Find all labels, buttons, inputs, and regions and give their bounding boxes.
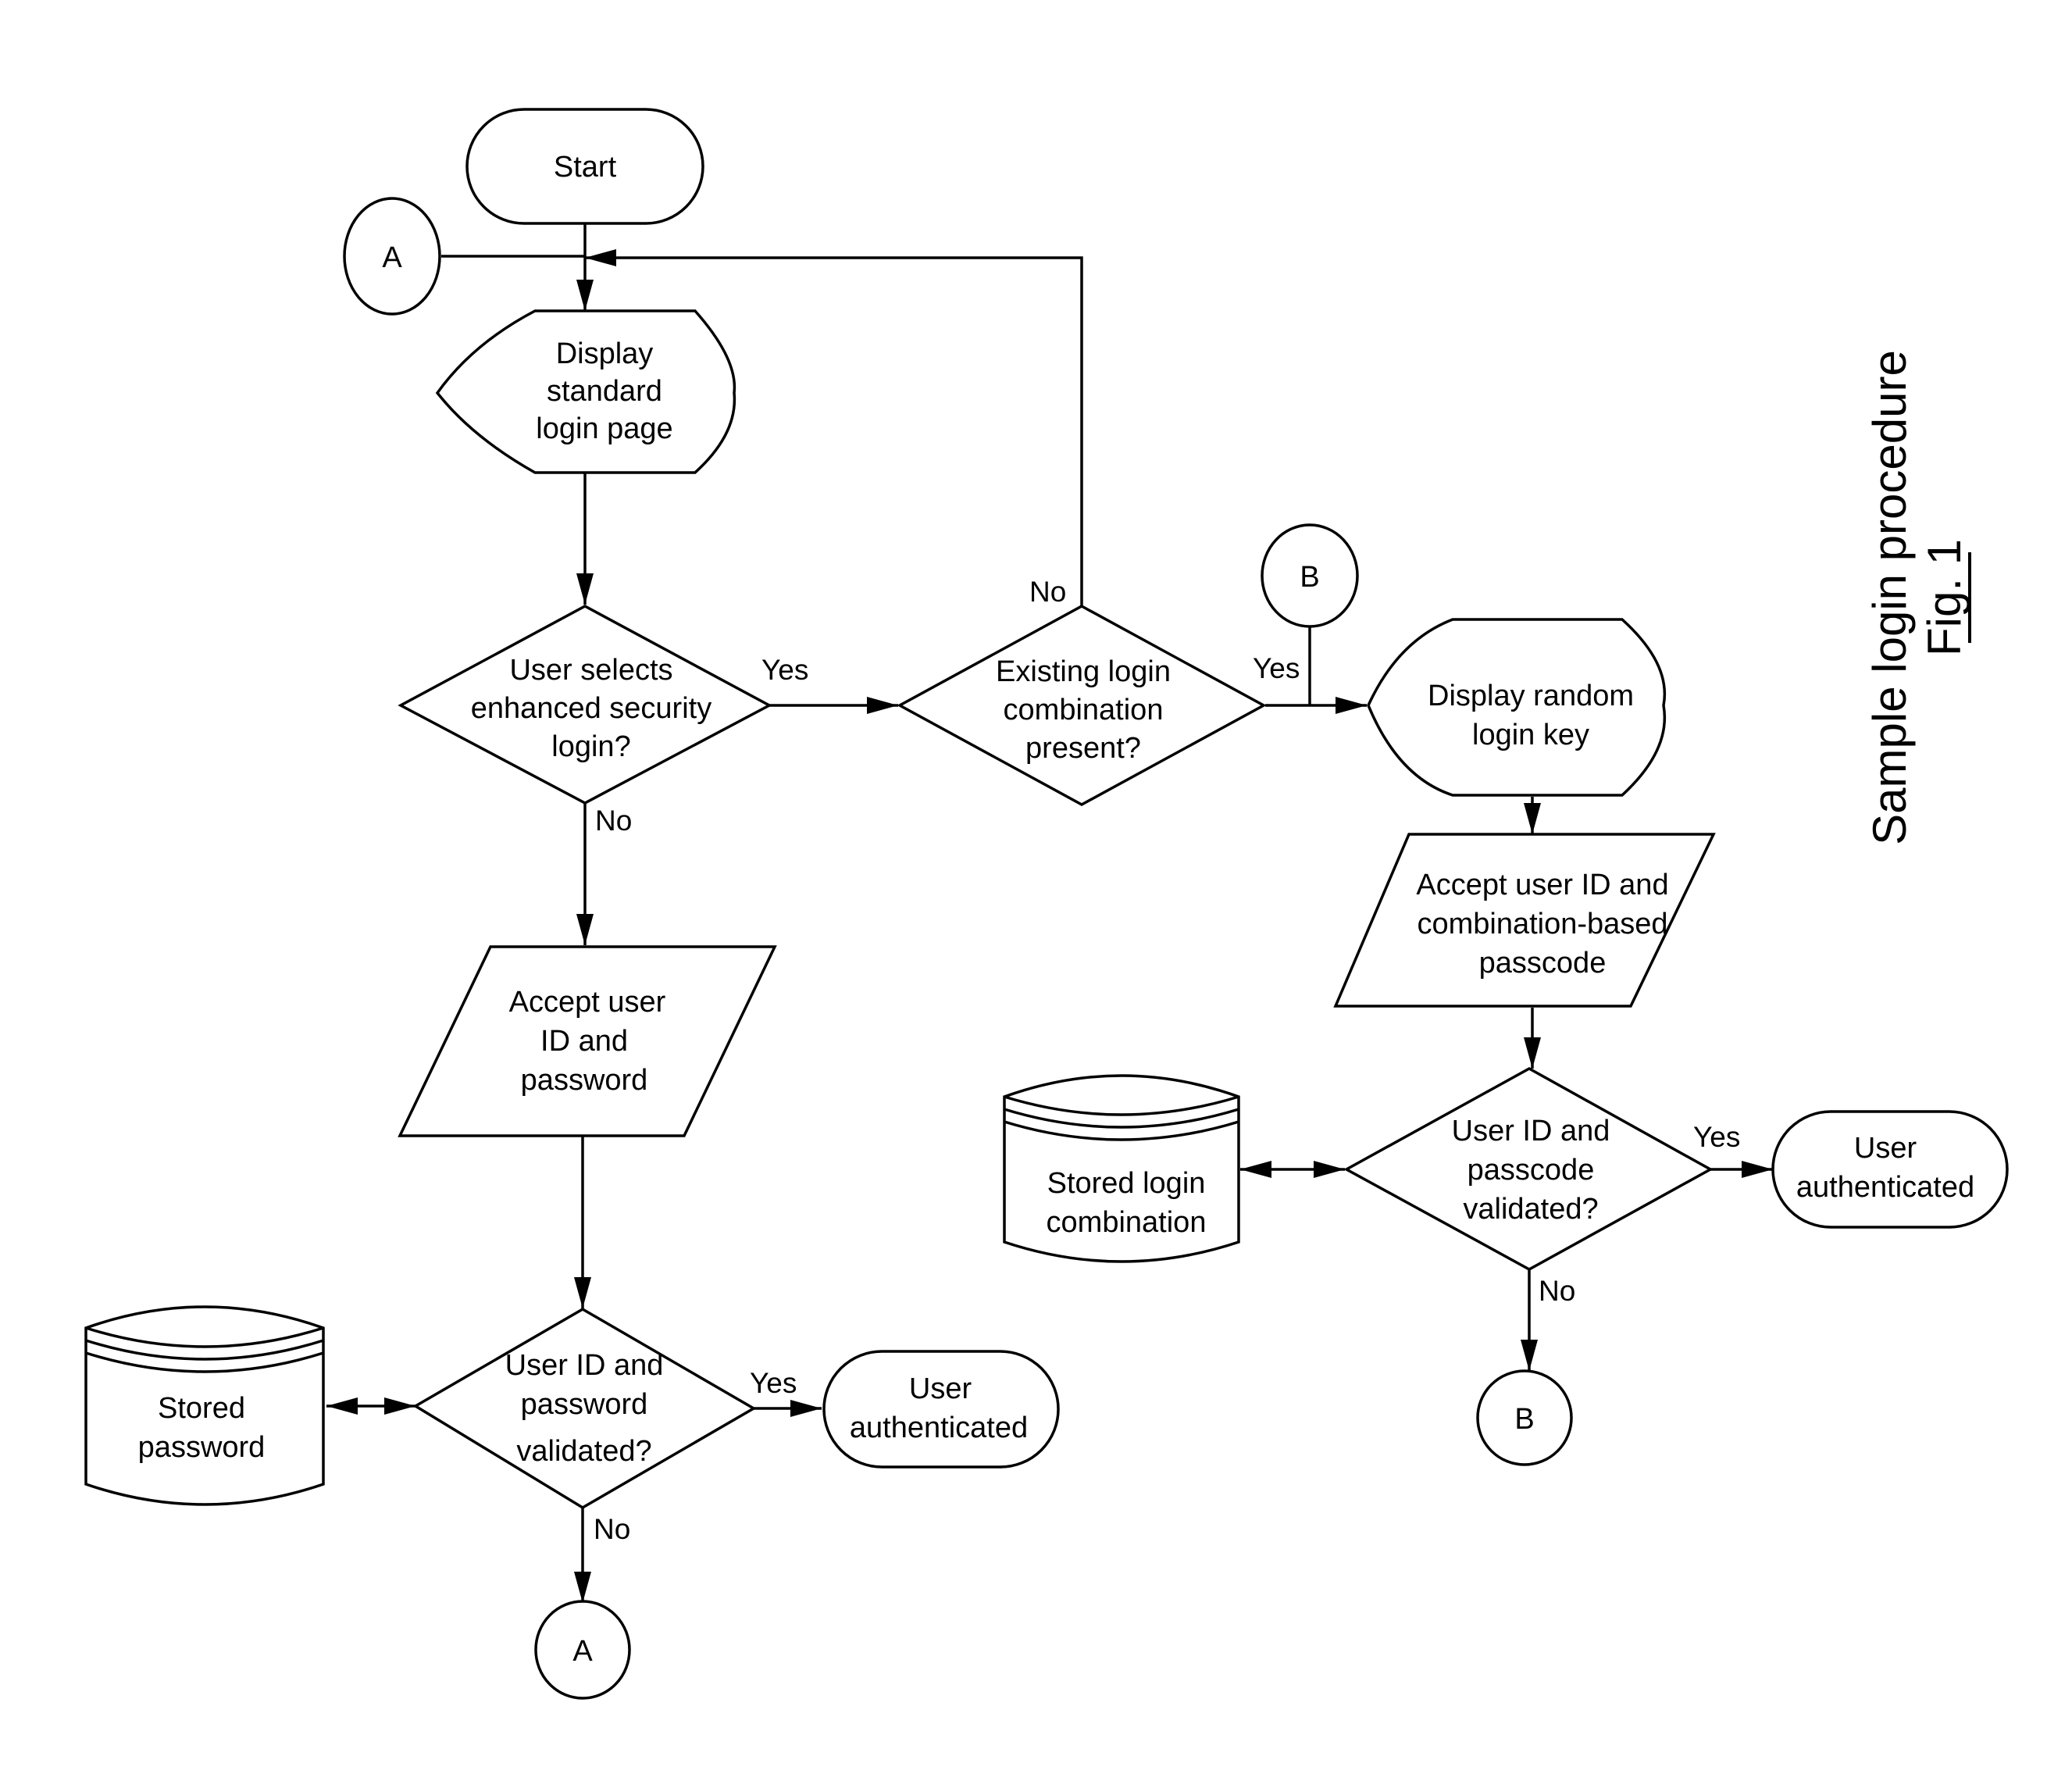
decision-passcode-line-3: validated? — [1463, 1193, 1598, 1226]
decision-passcode-line-1: User ID and — [1452, 1115, 1610, 1147]
label-passcode-no: No — [1539, 1275, 1575, 1307]
decision-password-line-3: validated? — [516, 1435, 651, 1468]
start-label: Start — [554, 151, 617, 184]
auth-left-line-2: authenticated — [850, 1412, 1028, 1444]
decision-enhanced-line-1: User selects — [509, 654, 672, 687]
accept-password-line-3: password — [521, 1064, 648, 1097]
decision-enhanced-security: User selects enhanced security login? — [398, 605, 772, 805]
display-random-line-2: login key — [1472, 719, 1589, 751]
decision-existing-line-3: present? — [1025, 732, 1141, 765]
label-existing-yes: Yes — [1253, 652, 1300, 684]
connector-b-top: B — [1261, 523, 1359, 628]
label-passcode-yes: Yes — [1693, 1121, 1740, 1153]
label-enhanced-no: No — [595, 805, 632, 837]
connector-b-bottom-label: B — [1514, 1403, 1534, 1436]
connector-a-bottom-label: A — [572, 1635, 593, 1668]
stored-password-line-1: Stored — [158, 1392, 245, 1425]
connector-b-bottom: B — [1476, 1369, 1573, 1466]
decision-existing-combination: Existing login combination present? — [897, 605, 1267, 806]
decision-password-line-1: User ID and — [505, 1349, 664, 1382]
auth-right-line-2: authenticated — [1796, 1171, 1974, 1204]
display-standard-login-page: Display standard login page — [435, 309, 736, 474]
connector-a-bottom: A — [534, 1600, 631, 1700]
accept-password-line-2: ID and — [540, 1025, 628, 1058]
figure-title: Sample login procedure — [1863, 350, 1916, 845]
figure-caption: Sample login procedure Fig. 1 — [1863, 350, 1971, 845]
stored-password-line-2: password — [138, 1431, 266, 1464]
connector-a-top: A — [343, 197, 441, 316]
decision-password-validated: User ID and password validated? — [412, 1307, 757, 1510]
stored-login-combination-db: Stored login combination — [1003, 1074, 1240, 1263]
label-enhanced-yes: Yes — [761, 654, 808, 686]
display-standard-line-1: Display — [556, 337, 654, 370]
decision-existing-line-2: combination — [1004, 694, 1164, 726]
accept-combination-line-3: passcode — [1479, 947, 1607, 980]
label-existing-no: No — [1029, 576, 1066, 608]
accept-user-id-password: Accept user ID and password — [398, 945, 777, 1137]
stored-combination-line-2: combination — [1047, 1206, 1207, 1239]
accept-password-line-1: Accept user — [509, 986, 666, 1019]
start-terminator: Start — [465, 108, 704, 225]
decision-existing-line-1: Existing login — [996, 655, 1171, 688]
auth-left-line-1: User — [909, 1372, 972, 1405]
decision-enhanced-line-3: login? — [551, 730, 630, 763]
accept-combination-line-1: Accept user ID and — [1416, 869, 1668, 901]
figure-label: Fig. 1 — [1918, 539, 1970, 656]
label-password-no: No — [594, 1513, 630, 1545]
user-authenticated-right: User authenticated — [1771, 1110, 2009, 1229]
decision-password-line-2: password — [521, 1388, 648, 1421]
connector-a-top-label: A — [382, 241, 402, 274]
stored-combination-line-1: Stored login — [1047, 1167, 1206, 1200]
decision-passcode-validated: User ID and passcode validated? — [1343, 1066, 1714, 1271]
decision-enhanced-line-2: enhanced security — [471, 692, 711, 725]
label-password-yes: Yes — [750, 1367, 797, 1399]
user-authenticated-left: User authenticated — [822, 1350, 1060, 1469]
display-standard-line-3: login page — [536, 412, 672, 445]
display-random-line-1: Display random — [1428, 680, 1634, 712]
stored-password-db: Stored password — [84, 1305, 325, 1506]
flowchart: Start A Display standard login page User… — [84, 108, 2009, 1700]
display-standard-line-2: standard — [547, 375, 662, 408]
connector-b-top-label: B — [1300, 561, 1319, 594]
decision-passcode-line-2: passcode — [1468, 1154, 1595, 1187]
accept-combination-passcode: Accept user ID and combination-based pas… — [1333, 833, 1716, 1008]
accept-combination-line-2: combination-based — [1417, 908, 1667, 940]
auth-right-line-1: User — [1854, 1132, 1917, 1165]
display-random-login-key: Display random login key — [1367, 618, 1667, 797]
